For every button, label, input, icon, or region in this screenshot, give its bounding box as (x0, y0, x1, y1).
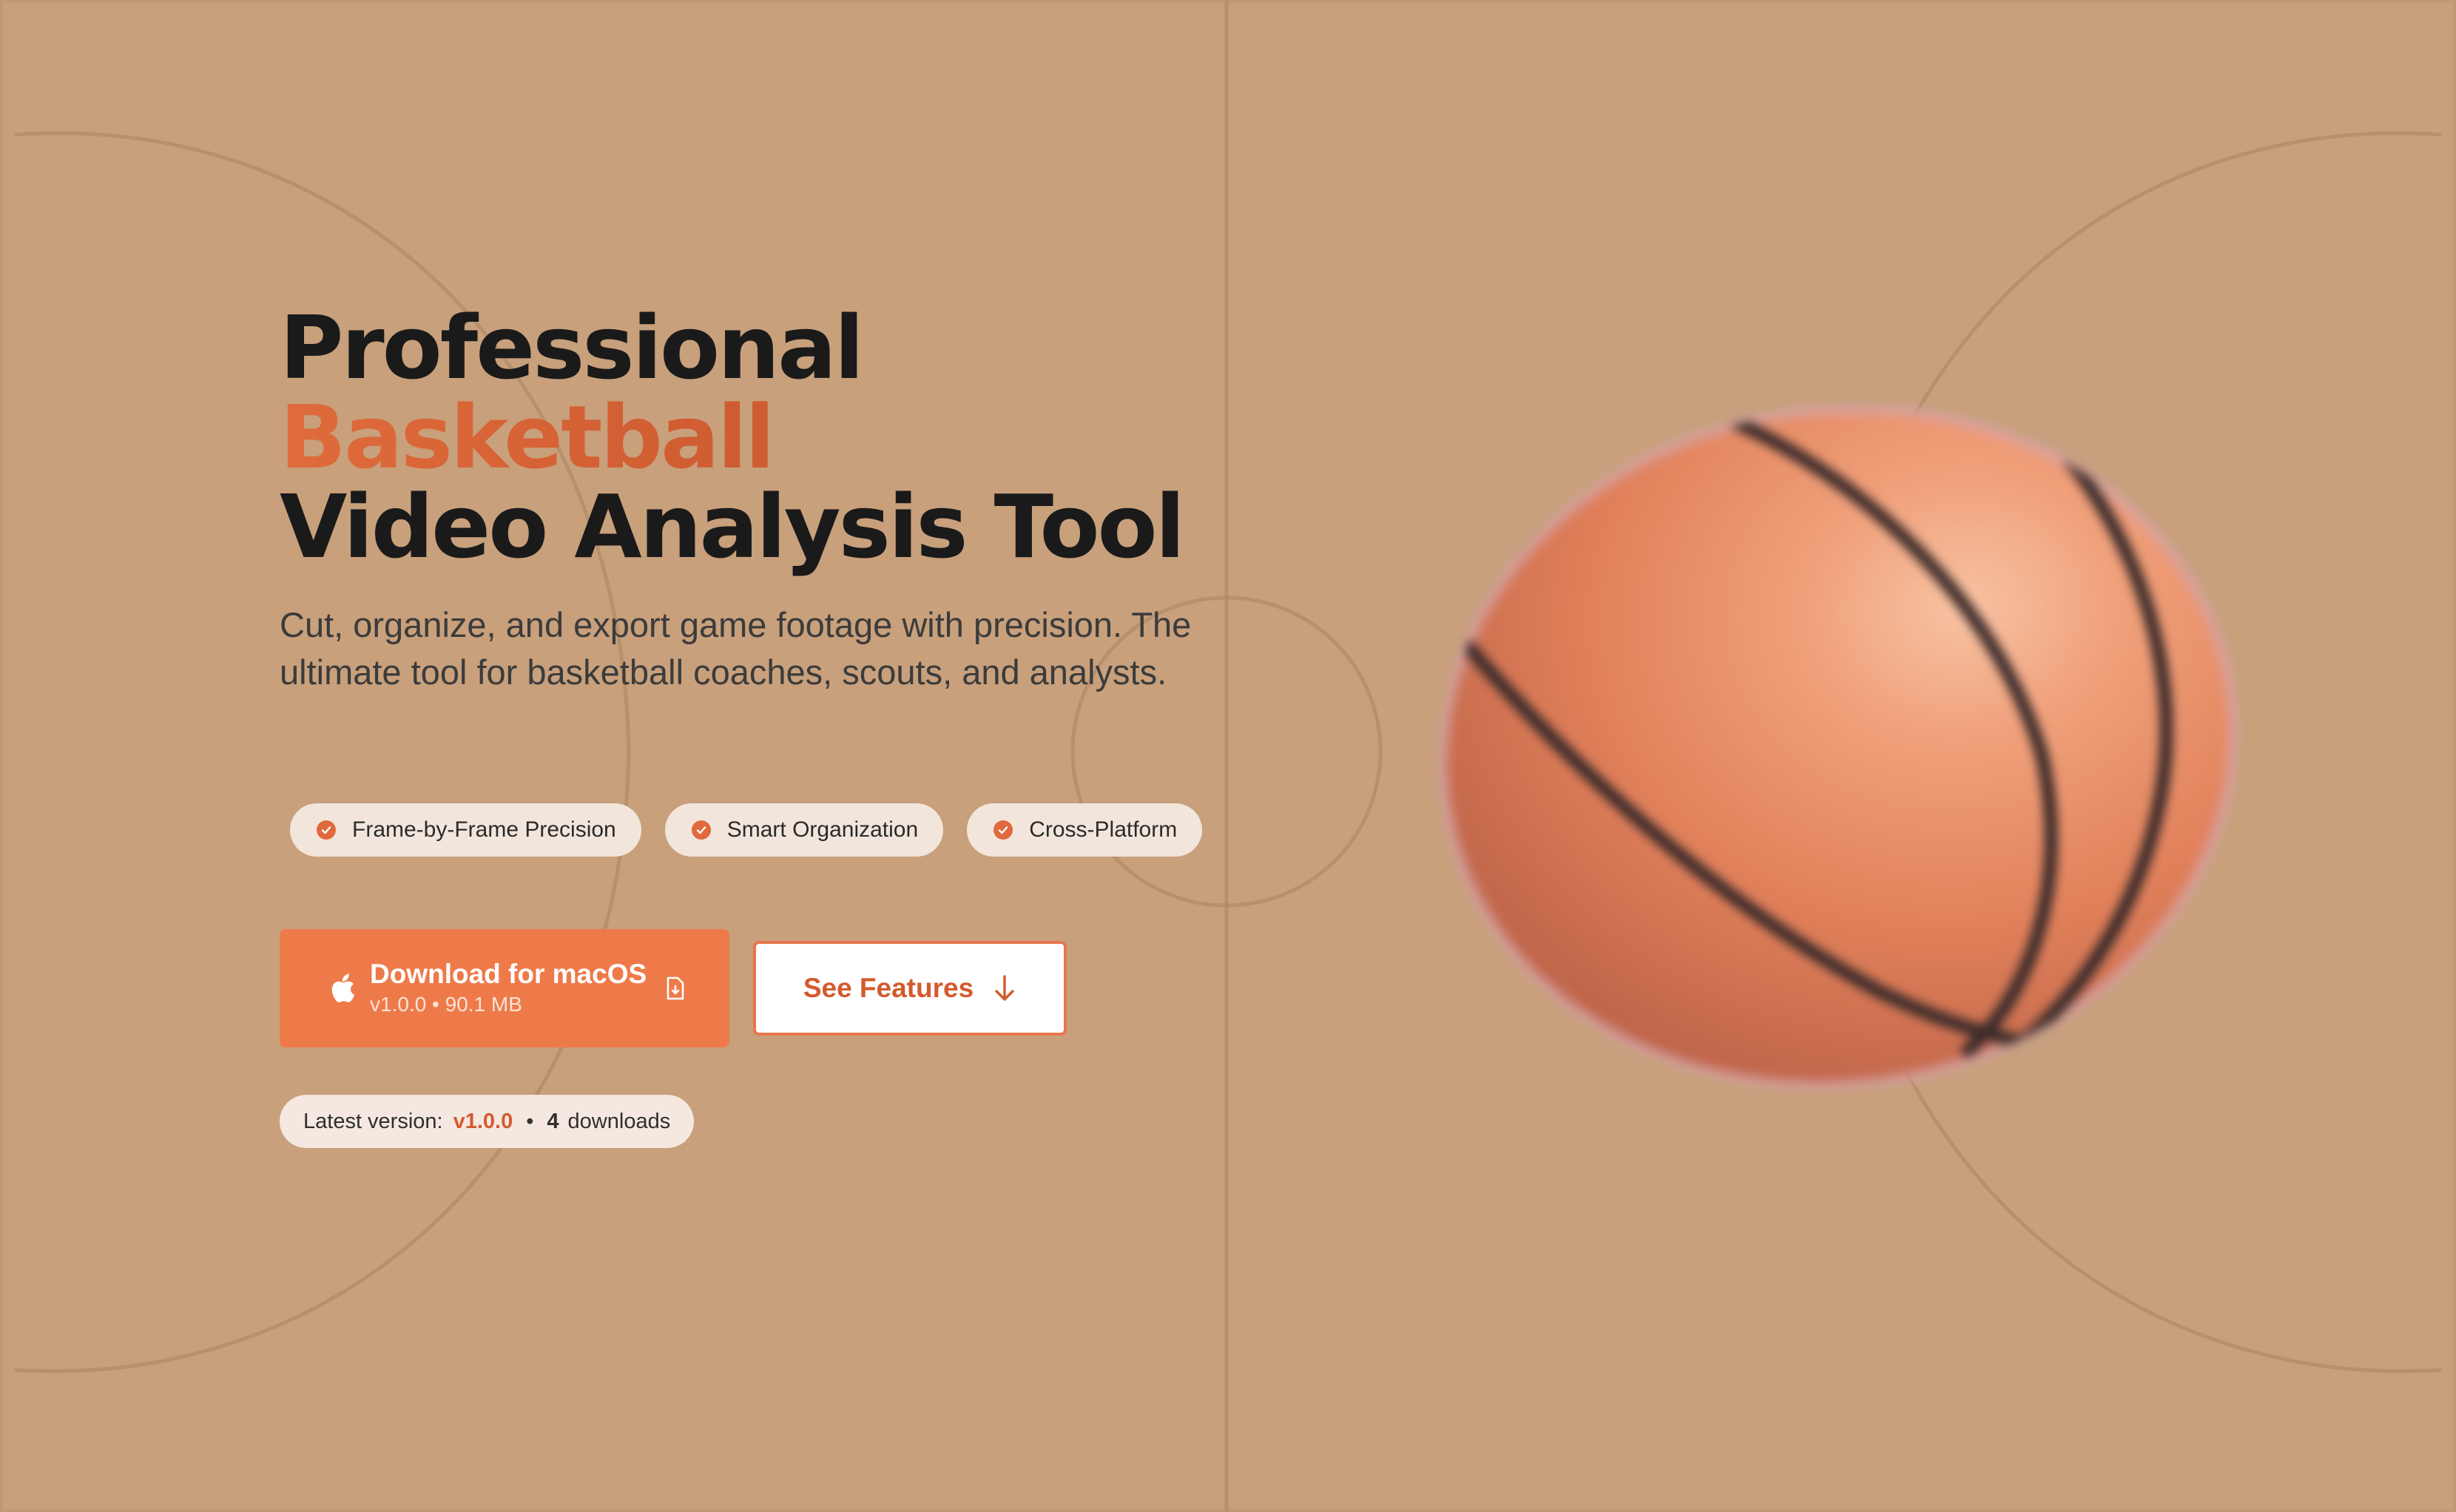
version-prefix: Latest version: (303, 1109, 443, 1133)
feature-pills: Frame-by-Frame Precision Smart Organizat… (290, 803, 1203, 857)
download-button-meta: v1.0.0 • 90.1 MB (370, 993, 522, 1016)
headline-line-1: Professional (280, 297, 864, 399)
check-circle-icon (993, 820, 1013, 840)
feature-pill-label: Frame-by-Frame Precision (352, 817, 616, 842)
feature-pill: Cross-Platform (967, 803, 1203, 857)
feature-pill: Frame-by-Frame Precision (290, 803, 641, 857)
file-download-icon (667, 976, 684, 1000)
separator-dot: • (526, 1109, 534, 1133)
version-number: v1.0.0 (453, 1109, 513, 1133)
download-button-label: Download for macOS (370, 959, 647, 989)
hero-subtitle: Cut, organize, and export game footage w… (280, 605, 1192, 692)
feature-pill: Smart Organization (664, 803, 944, 857)
headline-accent: Basketball (280, 393, 1315, 482)
download-button-text: Download for macOS v1.0.0 • 90.1 MB (370, 958, 647, 1019)
hero-section: Professional Basketball Video Analysis T… (0, 0, 2456, 1512)
hero-content: Professional Basketball Video Analysis T… (280, 303, 1315, 1148)
basketball-image (1406, 385, 2264, 1124)
feature-pill-label: Cross-Platform (1029, 817, 1178, 842)
feature-pill-label: Smart Organization (726, 817, 919, 842)
apple-icon (331, 973, 355, 1002)
page-title: Professional Basketball Video Analysis T… (280, 303, 1315, 572)
headline-line-3: Video Analysis Tool (280, 476, 1185, 578)
see-features-button[interactable]: See Features (753, 941, 1067, 1036)
arrow-down-icon (995, 975, 1014, 1001)
latest-version-badge: Latest version: v1.0.0 • 4 downloads (280, 1095, 695, 1148)
check-circle-icon (317, 820, 336, 840)
download-macos-button[interactable]: Download for macOS v1.0.0 • 90.1 MB (280, 929, 729, 1047)
see-features-label: See Features (803, 973, 974, 1003)
check-circle-icon (691, 820, 711, 840)
download-count: 4 (547, 1109, 559, 1133)
downloads-label: downloads (567, 1109, 671, 1133)
